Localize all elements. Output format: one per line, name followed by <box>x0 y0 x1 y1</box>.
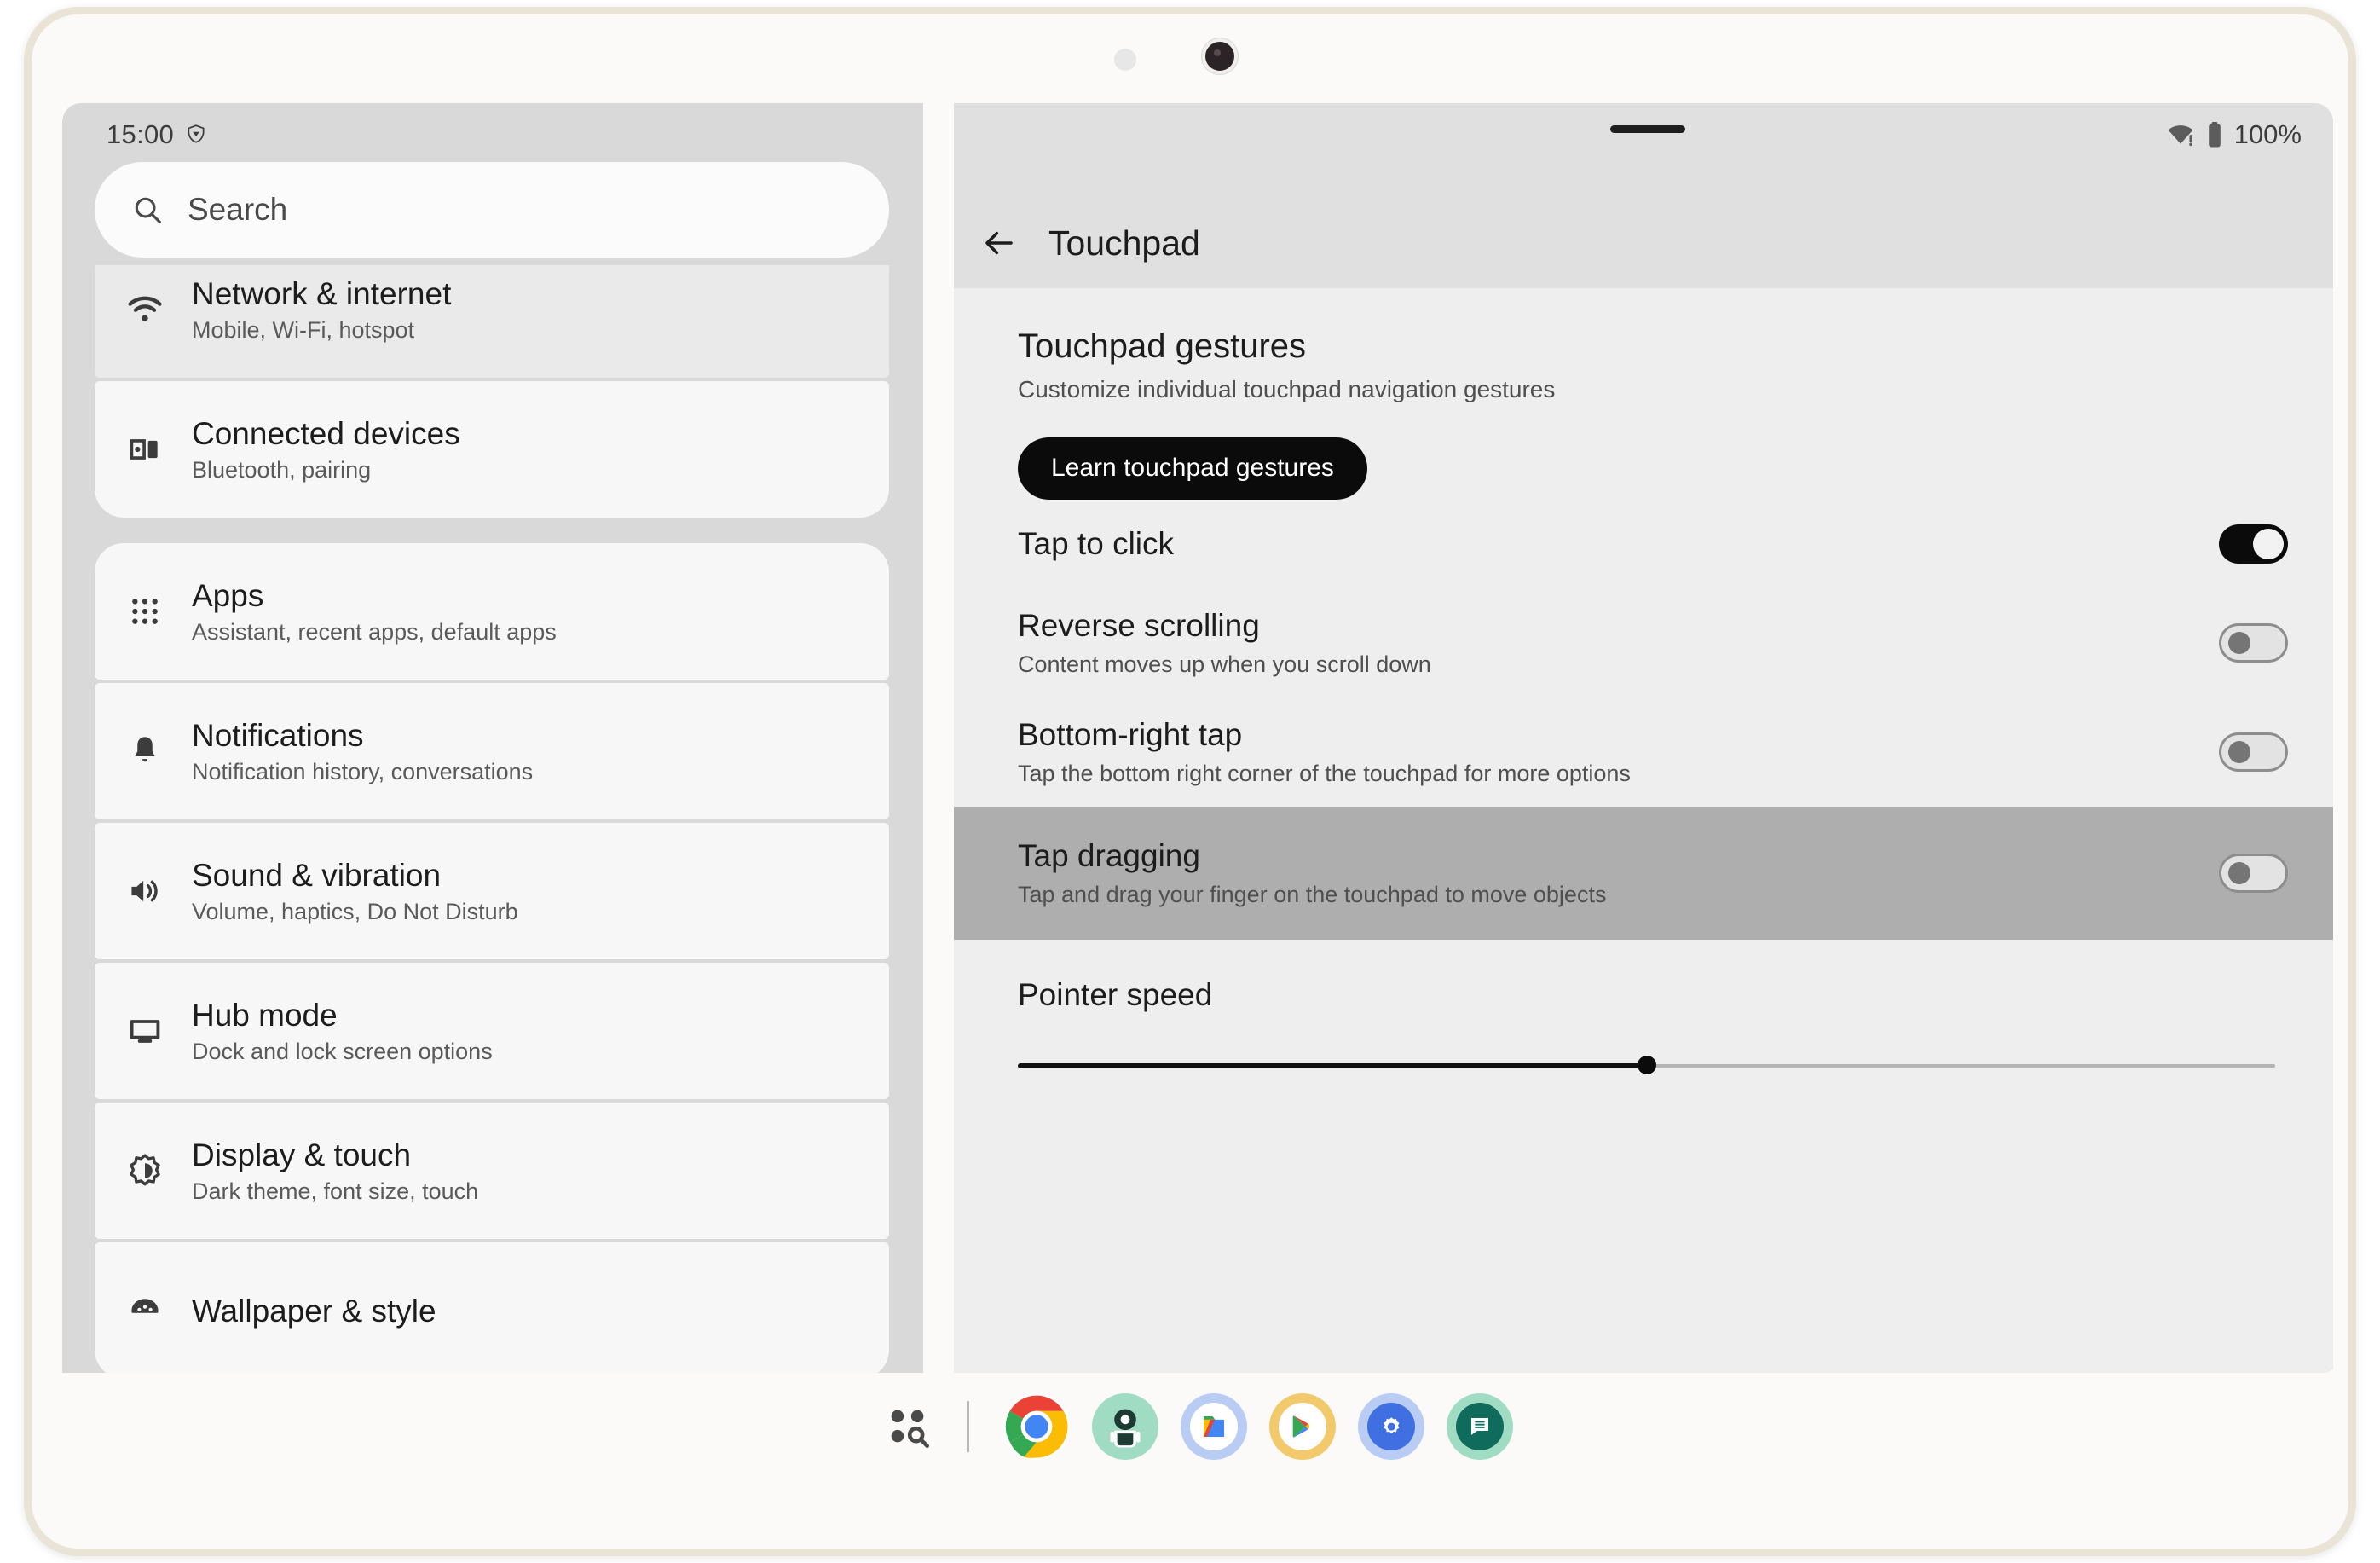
setting-row-tap-to-click[interactable]: Tap to click <box>954 500 2333 588</box>
back-arrow-icon[interactable] <box>981 225 1017 261</box>
sidebar-item-title: Connected devices <box>192 415 460 451</box>
sidebar-item-title: Notifications <box>192 717 364 753</box>
setting-row-reverse-scrolling[interactable]: Reverse scrolling Content moves up when … <box>954 588 2333 698</box>
setting-row-subtitle: Content moves up when you scroll down <box>1018 651 1431 677</box>
sidebar-item-sound-vibration[interactable]: Sound & vibration Volume, haptics, Do No… <box>95 823 889 959</box>
setting-row-subtitle: Tap and drag your finger on the touchpad… <box>1018 881 1607 907</box>
setting-row-title: Reverse scrolling <box>1018 607 1260 643</box>
bottom-right-tap-toggle[interactable] <box>2219 732 2288 772</box>
status-bar-left: 15:00 <box>107 119 207 151</box>
window-drag-handle[interactable] <box>1609 125 1685 133</box>
sidebar-item-title: Apps <box>192 577 264 613</box>
tap-dragging-toggle[interactable] <box>2219 853 2288 893</box>
bell-icon <box>125 732 165 771</box>
setting-row-title: Bottom-right tap <box>1018 716 1243 752</box>
touchpad-gestures-section: Touchpad gestures Customize individual t… <box>954 288 2333 403</box>
toggle-knob <box>2253 528 2284 559</box>
sidebar-item-notifications[interactable]: Notifications Notification history, conv… <box>95 683 889 819</box>
sidebar-item-display-touch[interactable]: Display & touch Dark theme, font size, t… <box>95 1103 889 1239</box>
taskbar-app-messages[interactable] <box>1446 1392 1513 1460</box>
detail-top-bar: 100% <box>954 103 2333 198</box>
tablet-device-frame: 15:00 Search Network & internet Mobile, … <box>24 7 2356 1556</box>
learn-touchpad-gestures-button[interactable]: Learn touchpad gestures <box>1018 437 1367 500</box>
sidebar-item-title: Hub mode <box>192 997 338 1033</box>
taskbar-app-settings[interactable] <box>1357 1392 1424 1460</box>
sidebar-group-device: Apps Assistant, recent apps, default app… <box>95 543 889 1373</box>
wifi-no-internet-icon <box>2168 125 2193 147</box>
page-title: Touchpad <box>1048 223 1200 263</box>
slider-remaining-track <box>1646 1063 2275 1068</box>
sidebar-scroll-area[interactable]: Network & internet Mobile, Wi-Fi, hotspo… <box>62 265 923 1373</box>
sidebar-item-subtitle: Assistant, recent apps, default apps <box>192 618 557 645</box>
settings-sidebar-pane: 15:00 Search Network & internet Mobile, … <box>62 103 923 1373</box>
sidebar-item-title: Wallpaper & style <box>192 1293 436 1329</box>
sidebar-item-network-internet[interactable]: Network & internet Mobile, Wi-Fi, hotspo… <box>95 265 889 378</box>
toggle-knob <box>2228 631 2250 654</box>
taskbar <box>62 1373 2333 1479</box>
palette-icon <box>125 1291 165 1330</box>
all-apps-search-icon[interactable] <box>883 1402 933 1451</box>
setting-row-subtitle: Tap the bottom right corner of the touch… <box>1018 760 1631 786</box>
setting-row-bottom-right-tap[interactable]: Bottom-right tap Tap the bottom right co… <box>954 698 2333 807</box>
pointer-speed-slider[interactable] <box>1018 1053 2275 1079</box>
detail-body: Touchpad gestures Customize individual t… <box>954 288 2333 1079</box>
tap-to-click-toggle[interactable] <box>2219 524 2288 564</box>
front-camera-icon <box>1202 38 1238 74</box>
reverse-scrolling-toggle[interactable] <box>2219 622 2288 663</box>
toggle-knob <box>2228 861 2250 884</box>
setting-row-title: Tap dragging <box>1018 837 1200 873</box>
slider-filled-track <box>1018 1062 1647 1068</box>
sidebar-item-wallpaper-style[interactable]: Wallpaper & style <box>95 1242 889 1373</box>
status-time: 15:00 <box>107 119 175 149</box>
taskbar-app-chrome[interactable] <box>1002 1392 1070 1460</box>
section-subtitle: Customize individual touchpad navigation… <box>1018 376 1556 402</box>
sidebar-item-title: Network & internet <box>192 275 452 311</box>
sidebar-group-connectivity: Network & internet Mobile, Wi-Fi, hotspo… <box>95 265 889 518</box>
detail-app-bar: Touchpad <box>954 198 2333 288</box>
setting-row-title: Tap to click <box>1018 526 1175 562</box>
pointer-speed-label: Pointer speed <box>1018 976 1213 1012</box>
setting-row-tap-dragging[interactable]: Tap dragging Tap and drag your finger on… <box>954 806 2333 940</box>
ambient-light-sensor-icon <box>1114 49 1136 71</box>
sidebar-item-subtitle: Mobile, Wi-Fi, hotspot <box>192 316 415 343</box>
apps-grid-icon <box>125 592 165 631</box>
sidebar-item-connected-devices[interactable]: Connected devices Bluetooth, pairing <box>95 381 889 518</box>
speaker-icon <box>125 871 165 911</box>
search-icon <box>135 197 161 223</box>
search-input[interactable]: Search <box>95 162 889 258</box>
slider-thumb[interactable] <box>1637 1055 1656 1074</box>
camera-glint <box>1214 49 1221 56</box>
sidebar-item-subtitle: Dock and lock screen options <box>192 1038 493 1064</box>
toggle-knob <box>2228 740 2250 763</box>
taskbar-divider <box>966 1400 969 1452</box>
section-title: Touchpad gestures <box>1018 327 1307 365</box>
wifi-icon <box>125 290 165 329</box>
touchpad-detail-pane: 100% Touchpad Touchpad gestures Customiz… <box>954 103 2333 1373</box>
pointer-speed-section: Pointer speed <box>954 940 2333 1079</box>
sidebar-item-subtitle: Dark theme, font size, touch <box>192 1178 479 1204</box>
taskbar-app-files[interactable] <box>1180 1392 1247 1460</box>
sidebar-item-hub-mode[interactable]: Hub mode Dock and lock screen options <box>95 963 889 1099</box>
brightness-icon <box>125 1151 165 1190</box>
status-bar-right: 100% <box>2166 119 2302 151</box>
battery-full-icon <box>2208 121 2221 148</box>
vpn-shield-icon <box>188 124 205 143</box>
search-placeholder: Search <box>188 192 288 227</box>
sidebar-item-subtitle: Notification history, conversations <box>192 758 534 784</box>
sidebar-item-apps[interactable]: Apps Assistant, recent apps, default app… <box>95 543 889 680</box>
taskbar-app-play-store[interactable] <box>1268 1392 1336 1460</box>
devices-icon <box>125 430 165 469</box>
device-bezel-top <box>32 14 2348 103</box>
tablet-screen: 15:00 Search Network & internet Mobile, … <box>62 103 2333 1479</box>
sidebar-item-subtitle: Bluetooth, pairing <box>192 456 372 483</box>
sidebar-item-title: Sound & vibration <box>192 857 442 893</box>
battery-percentage: 100% <box>2233 119 2302 149</box>
sidebar-item-subtitle: Volume, haptics, Do Not Disturb <box>192 898 518 924</box>
sidebar-item-title: Display & touch <box>192 1137 412 1172</box>
taskbar-app-android-robot[interactable] <box>1091 1392 1158 1460</box>
monitor-icon <box>125 1011 165 1051</box>
